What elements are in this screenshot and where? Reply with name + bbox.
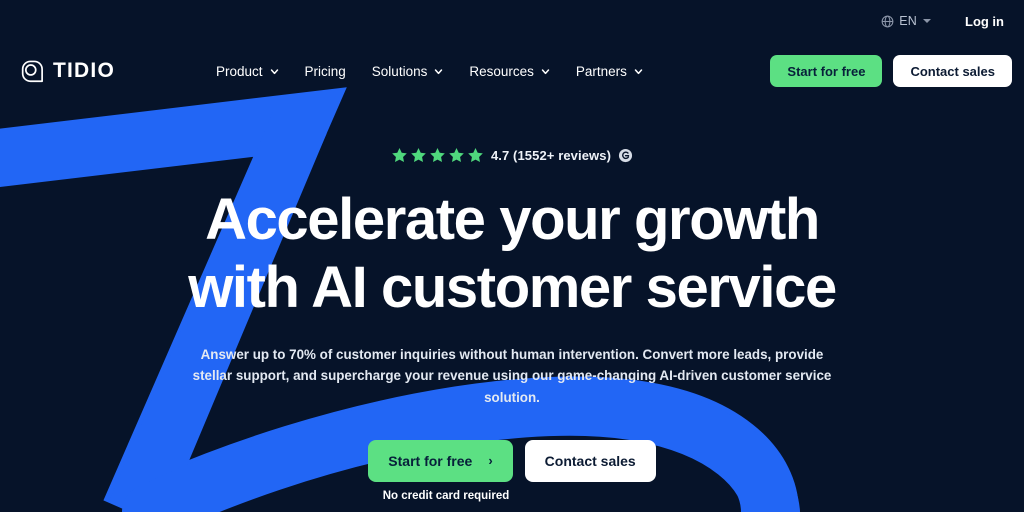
nav-item-label: Product (216, 63, 263, 79)
hero-contact-sales-button[interactable]: Contact sales (524, 439, 656, 482)
star-icon (468, 148, 483, 163)
hero-section: 4.7 (1552+ reviews) Accelerate your grow… (0, 100, 1024, 512)
brand-name: TIDIO (53, 59, 115, 82)
star-icon (430, 148, 445, 163)
no-credit-card-note: No credit card required (382, 489, 510, 502)
globe-icon (881, 15, 894, 28)
nav-item-label: Resources (469, 63, 534, 79)
nav-item-solutions[interactable]: Solutions (372, 64, 444, 79)
nav-item-pricing[interactable]: Pricing (305, 64, 346, 79)
tidio-speech-bubble-logo-icon (18, 58, 45, 85)
nav-links: Product Pricing Solutions Resources Part… (216, 64, 643, 79)
nav-item-partners[interactable]: Partners (576, 64, 643, 79)
nav-item-label: Solutions (371, 63, 428, 79)
chevron-down-icon (434, 67, 443, 76)
nav-item-label: Pricing (304, 63, 346, 79)
hero-start-for-free-label: Start for free (388, 452, 473, 469)
nav-actions: Start for free Contact sales (770, 55, 1012, 87)
hero-subheading: Answer up to 70% of customer inquiries w… (192, 346, 832, 406)
nav-item-resources[interactable]: Resources (469, 64, 550, 79)
chevron-right-icon: › (488, 453, 493, 469)
chevron-down-icon (541, 67, 550, 76)
g2-review-badge-icon[interactable] (618, 148, 633, 163)
nav-item-label: Partners (575, 63, 627, 79)
rating-block: 4.7 (1552+ reviews) (391, 147, 633, 164)
star-rating-icons (391, 147, 484, 164)
star-icon (392, 148, 407, 163)
nav-item-product[interactable]: Product (216, 64, 279, 79)
language-switcher[interactable]: EN (875, 10, 937, 32)
chevron-down-icon (634, 67, 643, 76)
rating-text: 4.7 (1552+ reviews) (490, 148, 612, 163)
hero-start-for-free-button[interactable]: Start for free › (368, 439, 513, 482)
nav-start-for-free-button[interactable]: Start for free (770, 55, 883, 87)
hero-cta-row: Start for free › Contact sales (368, 439, 656, 482)
nav-contact-sales-button[interactable]: Contact sales (893, 55, 1012, 87)
brand-logo[interactable]: TIDIO (18, 58, 115, 85)
language-code: EN (899, 14, 917, 28)
page-title: Accelerate your growth with AI customer … (188, 186, 837, 322)
chevron-down-icon (270, 67, 279, 76)
headline-line-1: Accelerate your growth (205, 187, 820, 252)
login-link[interactable]: Log in (965, 14, 1004, 29)
main-navbar: TIDIO Product Pricing Solutions Resource… (0, 42, 1024, 100)
utility-bar: EN Log in (0, 0, 1024, 42)
chevron-down-icon (923, 19, 931, 23)
star-icon (449, 148, 464, 163)
star-icon (411, 148, 426, 163)
headline-line-2: with AI customer service (188, 254, 837, 320)
